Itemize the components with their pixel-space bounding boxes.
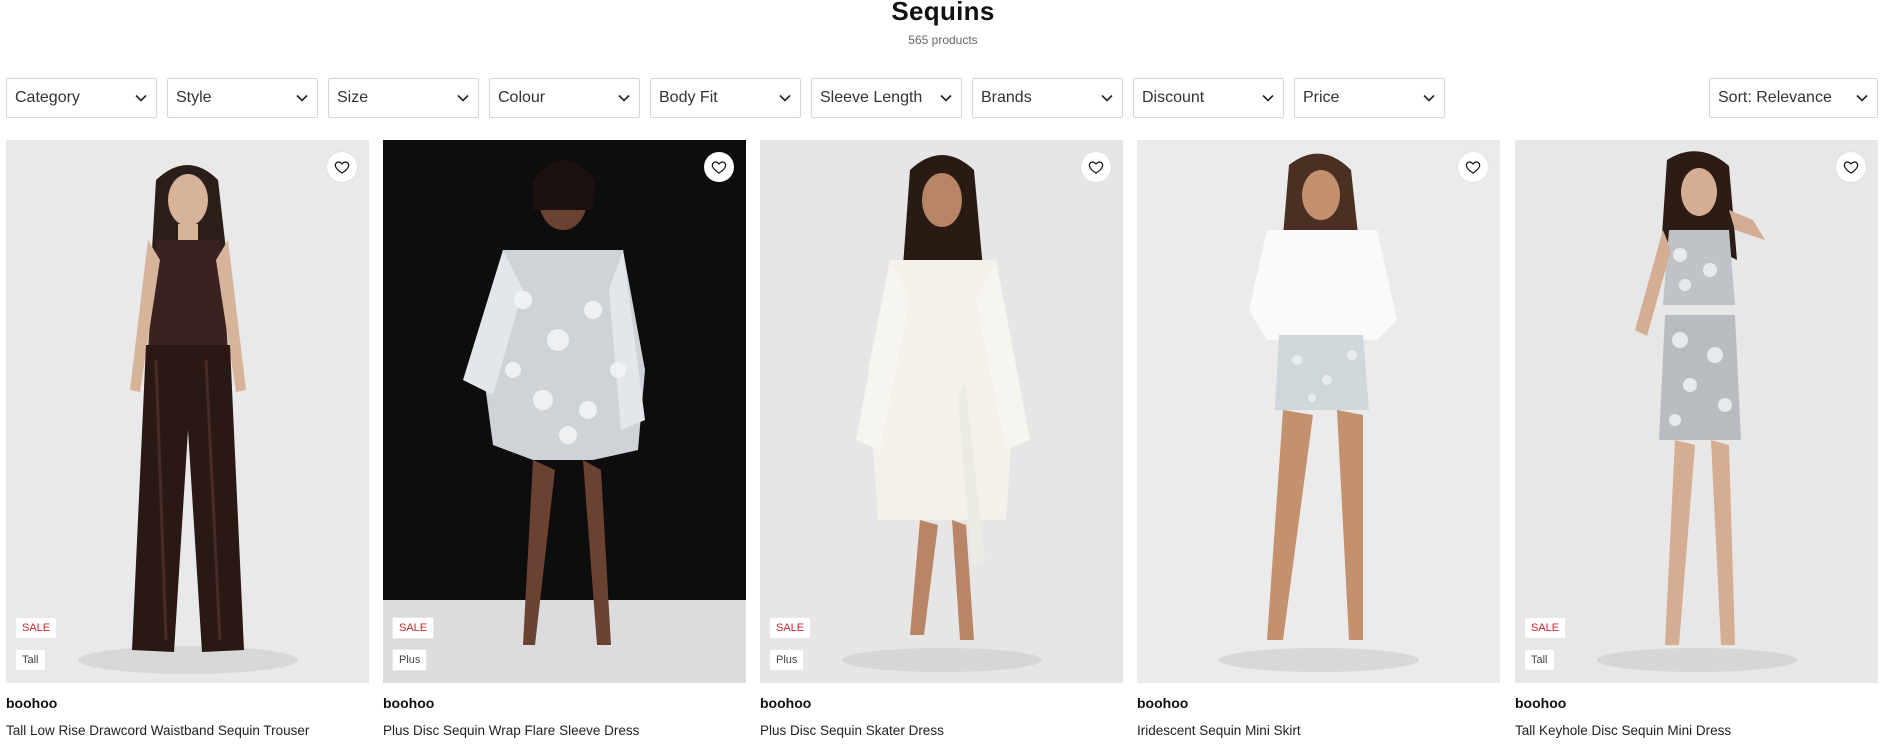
- filter-label: Colour: [498, 89, 546, 106]
- product-brand: boohoo: [383, 695, 435, 711]
- product-image[interactable]: SALE Plus: [760, 140, 1123, 683]
- product-card[interactable]: SALE Tall boohoo Tall Keyhole Disc Sequi…: [1515, 140, 1878, 748]
- sort-dropdown[interactable]: Sort: Relevance: [1709, 78, 1878, 118]
- filter-style[interactable]: Style: [167, 78, 318, 118]
- filter-label: Sleeve Length: [820, 89, 923, 106]
- sale-badge: SALE: [1524, 617, 1567, 639]
- filter-price[interactable]: Price: [1294, 78, 1445, 118]
- heart-outline-icon: [334, 161, 350, 174]
- product-name[interactable]: Plus Disc Sequin Skater Dress: [760, 723, 944, 738]
- product-grid: SALE Tall boohoo Tall Low Rise Drawcord …: [6, 140, 1880, 748]
- product-brand: boohoo: [760, 695, 812, 711]
- filter-label: Body Fit: [659, 89, 718, 106]
- filter-sleeve-length[interactable]: Sleeve Length: [811, 78, 962, 118]
- product-brand: boohoo: [1137, 695, 1189, 711]
- wishlist-button[interactable]: [1458, 152, 1488, 182]
- chevron-down-icon: [135, 94, 147, 102]
- filter-label: Size: [337, 89, 369, 106]
- heart-outline-icon: [1088, 161, 1104, 174]
- heart-outline-icon: [711, 161, 727, 174]
- sale-badge: SALE: [392, 617, 435, 639]
- chevron-down-icon: [940, 94, 952, 102]
- product-image[interactable]: [1137, 140, 1500, 683]
- sort-label: Sort: Relevance: [1718, 89, 1832, 106]
- chevron-down-icon: [457, 94, 469, 102]
- filter-colour[interactable]: Colour: [489, 78, 640, 118]
- page-title: Sequins: [891, 0, 995, 26]
- filter-label: Category: [15, 89, 80, 106]
- filter-brands[interactable]: Brands: [972, 78, 1123, 118]
- chevron-down-icon: [779, 94, 791, 102]
- page-header: Sequins 565 products: [0, 0, 1886, 47]
- filter-bar: Category Style Size Colour Body Fit Slee…: [6, 78, 1880, 118]
- product-name[interactable]: Tall Low Rise Drawcord Waistband Sequin …: [6, 723, 309, 738]
- sale-badge: SALE: [769, 617, 812, 639]
- product-image[interactable]: SALE Plus: [383, 140, 746, 683]
- chevron-down-icon: [618, 94, 630, 102]
- fit-badge: Tall: [1524, 649, 1555, 671]
- product-name[interactable]: Plus Disc Sequin Wrap Flare Sleeve Dress: [383, 723, 639, 738]
- product-brand: boohoo: [6, 695, 58, 711]
- fit-badge: Tall: [15, 649, 46, 671]
- filter-body-fit[interactable]: Body Fit: [650, 78, 801, 118]
- filter-label: Brands: [981, 89, 1032, 106]
- wishlist-button[interactable]: [1081, 152, 1111, 182]
- product-image[interactable]: SALE Tall: [6, 140, 369, 683]
- filter-size[interactable]: Size: [328, 78, 479, 118]
- filter-category[interactable]: Category: [6, 78, 157, 118]
- product-card[interactable]: SALE Tall boohoo Tall Low Rise Drawcord …: [6, 140, 369, 748]
- chevron-down-icon: [1856, 94, 1868, 102]
- product-card[interactable]: SALE Plus boohoo Plus Disc Sequin Skater…: [760, 140, 1123, 748]
- heart-outline-icon: [1465, 161, 1481, 174]
- chevron-down-icon: [1423, 94, 1435, 102]
- product-count: 565 products: [908, 33, 978, 47]
- filter-label: Style: [176, 89, 212, 106]
- product-brand: boohoo: [1515, 695, 1567, 711]
- product-card[interactable]: boohoo Iridescent Sequin Mini Skirt: [1137, 140, 1500, 748]
- wishlist-button[interactable]: [1836, 152, 1866, 182]
- wishlist-button[interactable]: [327, 152, 357, 182]
- sale-badge: SALE: [15, 617, 58, 639]
- chevron-down-icon: [1262, 94, 1274, 102]
- filter-discount[interactable]: Discount: [1133, 78, 1284, 118]
- chevron-down-icon: [1101, 94, 1113, 102]
- heart-outline-icon: [1843, 161, 1859, 174]
- product-image[interactable]: SALE Tall: [1515, 140, 1878, 683]
- filter-label: Price: [1303, 89, 1340, 106]
- filter-label: Discount: [1142, 89, 1205, 106]
- chevron-down-icon: [296, 94, 308, 102]
- wishlist-button[interactable]: [704, 152, 734, 182]
- fit-badge: Plus: [769, 649, 805, 671]
- product-name[interactable]: Iridescent Sequin Mini Skirt: [1137, 723, 1301, 738]
- fit-badge: Plus: [392, 649, 428, 671]
- product-name[interactable]: Tall Keyhole Disc Sequin Mini Dress: [1515, 723, 1731, 738]
- product-card[interactable]: SALE Plus boohoo Plus Disc Sequin Wrap F…: [383, 140, 746, 748]
